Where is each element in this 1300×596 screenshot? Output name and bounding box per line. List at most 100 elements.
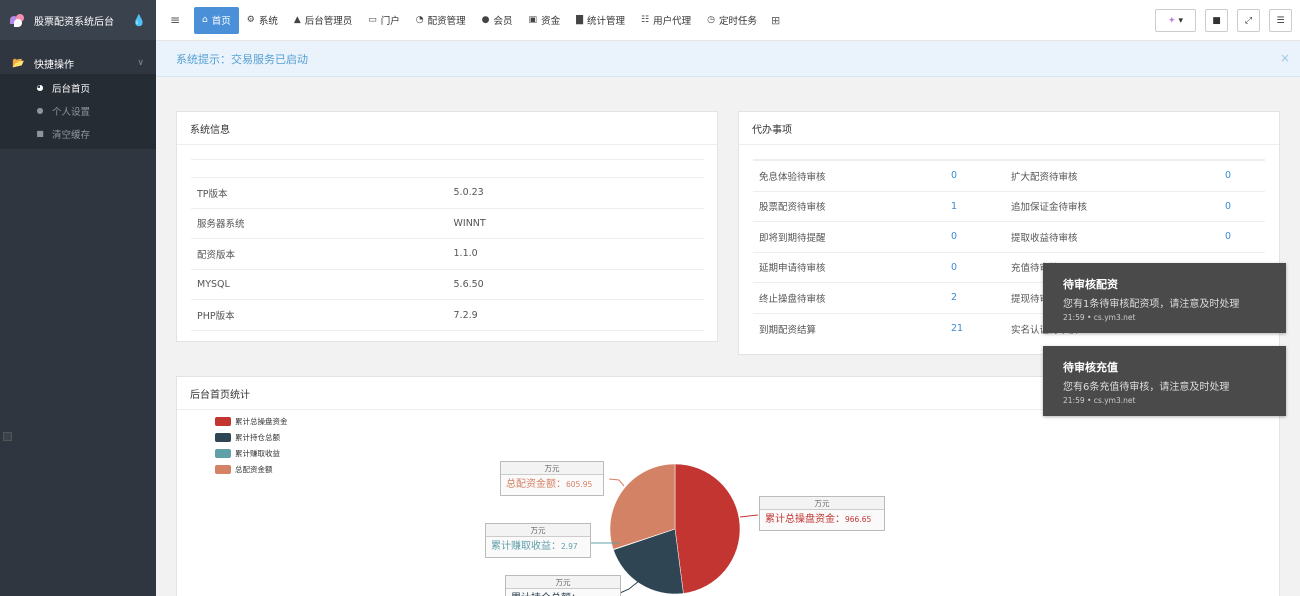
nav-label: 用户代理 <box>653 16 692 27</box>
dashboard-icon: ◕ <box>36 83 44 92</box>
callout-number: 605.95 <box>566 480 593 489</box>
callout-label: 总配资金额 <box>506 479 556 490</box>
nav-funding[interactable]: ◔ 配资管理 <box>408 7 474 34</box>
callout-unit: 万元 <box>760 497 884 510</box>
cell-count[interactable]: 0 <box>1219 221 1265 252</box>
theme-drop-icon[interactable]: 💧 <box>132 14 146 27</box>
cell-label: MYSQL <box>191 268 448 300</box>
cell-count[interactable]: 0 <box>1219 190 1265 222</box>
users-icon: ● <box>481 15 490 25</box>
list-icon: ☰ <box>1276 15 1285 26</box>
id-card-icon: ▭ <box>368 15 377 25</box>
nav-cron[interactable]: ◷ 定时任务 <box>699 7 765 34</box>
chevron-down-icon: ∨ <box>137 58 144 68</box>
nav-admins[interactable]: ▲ 后台管理员 <box>286 7 360 34</box>
callout-profit: 万元 累计赚取收益：2.97 <box>485 523 591 558</box>
sidebar-item-label: 清空缓存 <box>52 129 91 141</box>
callout-total-trading: 万元 累计总操盘资金：966.65 <box>759 496 885 531</box>
table-row: 服务器系统 WINNT <box>191 207 704 239</box>
top-nav: ≡ ⌂ 首页 ⚙ 系统 ▲ 后台管理员 ▭ 门户 ◔ 配资管理 ● 会员 ▣ 资金 ▇ 统计管理… <box>156 0 1300 41</box>
cell-value: WINNT <box>447 207 704 239</box>
sidebar-collapse-handle[interactable] <box>3 432 12 441</box>
money-icon: ▣ <box>528 15 538 25</box>
grid-icon[interactable]: ⊞ <box>771 14 780 27</box>
sidebar-group-quick[interactable]: 📂 快捷操作 ∨ <box>0 52 156 74</box>
slice-total-trading[interactable] <box>674 463 741 594</box>
nav-menu: ⌂ 首页 ⚙ 系统 ▲ 后台管理员 ▭ 门户 ◔ 配资管理 ● 会员 ▣ 资金 ▇ 统计管理 ☷… <box>194 0 780 41</box>
toast-message: 您有1条待审核配资项，请注意及时处理 <box>1063 299 1240 310</box>
user-dropdown-button[interactable]: ✦ ▾ <box>1155 9 1196 32</box>
cell-count[interactable]: 0 <box>945 251 1005 283</box>
nav-label: 首页 <box>211 16 231 27</box>
table-row: 股票配资待审核 1 追加保证金待审核 0 <box>753 190 1265 222</box>
cell-count[interactable]: 1 <box>945 190 1005 222</box>
system-info-panel: 系统信息 TP版本 5.0.23 服务器系统 WINNT 配资版本 1.1.0 MYS… <box>176 111 718 342</box>
caret-down-icon: ▾ <box>1178 15 1183 26</box>
nav-stats[interactable]: ▇ 统计管理 <box>568 7 633 34</box>
sidebar-item-home[interactable]: ◕ 后台首页 <box>0 76 156 99</box>
cell-count[interactable]: 0 <box>945 221 1005 252</box>
toast-notification[interactable]: 待审核配资 您有1条待审核配资项，请注意及时处理 21:59 • cs.ym3.… <box>1043 263 1286 333</box>
clear-cache-button[interactable]: ■ <box>1205 9 1228 32</box>
nav-funds[interactable]: ▣ 资金 <box>521 7 569 34</box>
toolbar-right: ✦ ▾ ■ ⤢ ☰ <box>1155 9 1292 32</box>
user-icon: ▲ <box>293 15 301 25</box>
nav-members[interactable]: ● 会员 <box>474 7 521 34</box>
callout-unit: 万元 <box>506 576 620 589</box>
menu-toggle-icon[interactable]: ≡ <box>170 13 190 27</box>
callout-number: 966.65 <box>845 515 872 524</box>
cell-count[interactable]: 2 <box>945 282 1005 313</box>
clock-icon: ◷ <box>707 15 715 25</box>
toast-message: 您有6条充值待审核，请注意及时处理 <box>1063 382 1230 393</box>
pie-chart-icon: ◔ <box>415 15 424 25</box>
cell-value: 1.1.0 <box>447 238 704 269</box>
nav-home[interactable]: ⌂ 首页 <box>194 6 239 34</box>
bar-chart-icon: ▇ <box>576 15 583 25</box>
cell-count[interactable]: 0 <box>1219 160 1265 191</box>
folder-open-icon: 📂 <box>12 57 25 69</box>
sidebar-item-label: 后台首页 <box>52 83 91 95</box>
callout-total-funding: 万元 总配资金额：605.95 <box>500 461 604 496</box>
panel-title: 系统信息 <box>177 112 717 145</box>
nav-agents[interactable]: ☷ 用户代理 <box>633 7 699 34</box>
cell-label: 股票配资待审核 <box>753 190 945 222</box>
toast-notification[interactable]: 待审核充值 您有6条充值待审核，请注意及时处理 21:59 • cs.ym3.n… <box>1043 346 1286 416</box>
logo-icon <box>10 14 26 27</box>
cell-value: 7.2.9 <box>447 299 704 330</box>
cell-label: 配资版本 <box>191 238 448 269</box>
cell-label: PHP版本 <box>191 299 448 330</box>
toast-meta: 21:59 • cs.ym3.net <box>1063 396 1136 405</box>
cell-label: TP版本 <box>191 177 448 208</box>
user-icon: ● <box>36 106 44 115</box>
nav-portal[interactable]: ▭ 门户 <box>360 7 408 34</box>
sitemap-icon: ☷ <box>641 15 650 25</box>
nav-system[interactable]: ⚙ 系统 <box>239 7 286 34</box>
sidebar-item-profile[interactable]: ● 个人设置 <box>0 99 156 122</box>
sidebar-submenu: ◕ 后台首页 ● 个人设置 ■ 清空缓存 <box>0 74 156 149</box>
cell-value: 5.0.23 <box>447 177 704 208</box>
cell-label: 服务器系统 <box>191 207 448 239</box>
trash-icon: ■ <box>36 129 44 138</box>
avatar: ✦ <box>1168 15 1176 26</box>
fullscreen-button[interactable]: ⤢ <box>1237 9 1260 32</box>
sidebar-group-label: 快捷操作 <box>34 59 74 71</box>
expand-icon: ⤢ <box>1244 15 1253 26</box>
leader-line-holdings <box>619 576 645 594</box>
callout-holdings: 万元 累计持仓总额： <box>505 575 621 596</box>
cell-count[interactable]: 0 <box>945 160 1005 191</box>
cell-label: 免息体验待审核 <box>753 160 945 191</box>
settings-button[interactable]: ☰ <box>1269 9 1292 32</box>
nav-label: 定时任务 <box>718 16 757 27</box>
cell-count[interactable]: 21 <box>945 312 1005 344</box>
sidebar-item-clear-cache[interactable]: ■ 清空缓存 <box>0 122 156 145</box>
callout-label: 累计赚取收益 <box>491 541 551 552</box>
sidebar-item-label: 个人设置 <box>52 106 91 118</box>
panel-title: 代办事项 <box>739 112 1279 145</box>
trash-icon: ■ <box>1212 15 1221 26</box>
close-icon[interactable]: × <box>1280 51 1290 65</box>
sidebar-title: 股票配资系统后台 <box>34 16 114 28</box>
nav-label: 门户 <box>380 16 400 27</box>
callout-value: 累计赚取收益：2.97 <box>486 537 590 557</box>
home-icon: ⌂ <box>202 15 208 25</box>
table-row: 配资版本 1.1.0 <box>191 238 704 269</box>
